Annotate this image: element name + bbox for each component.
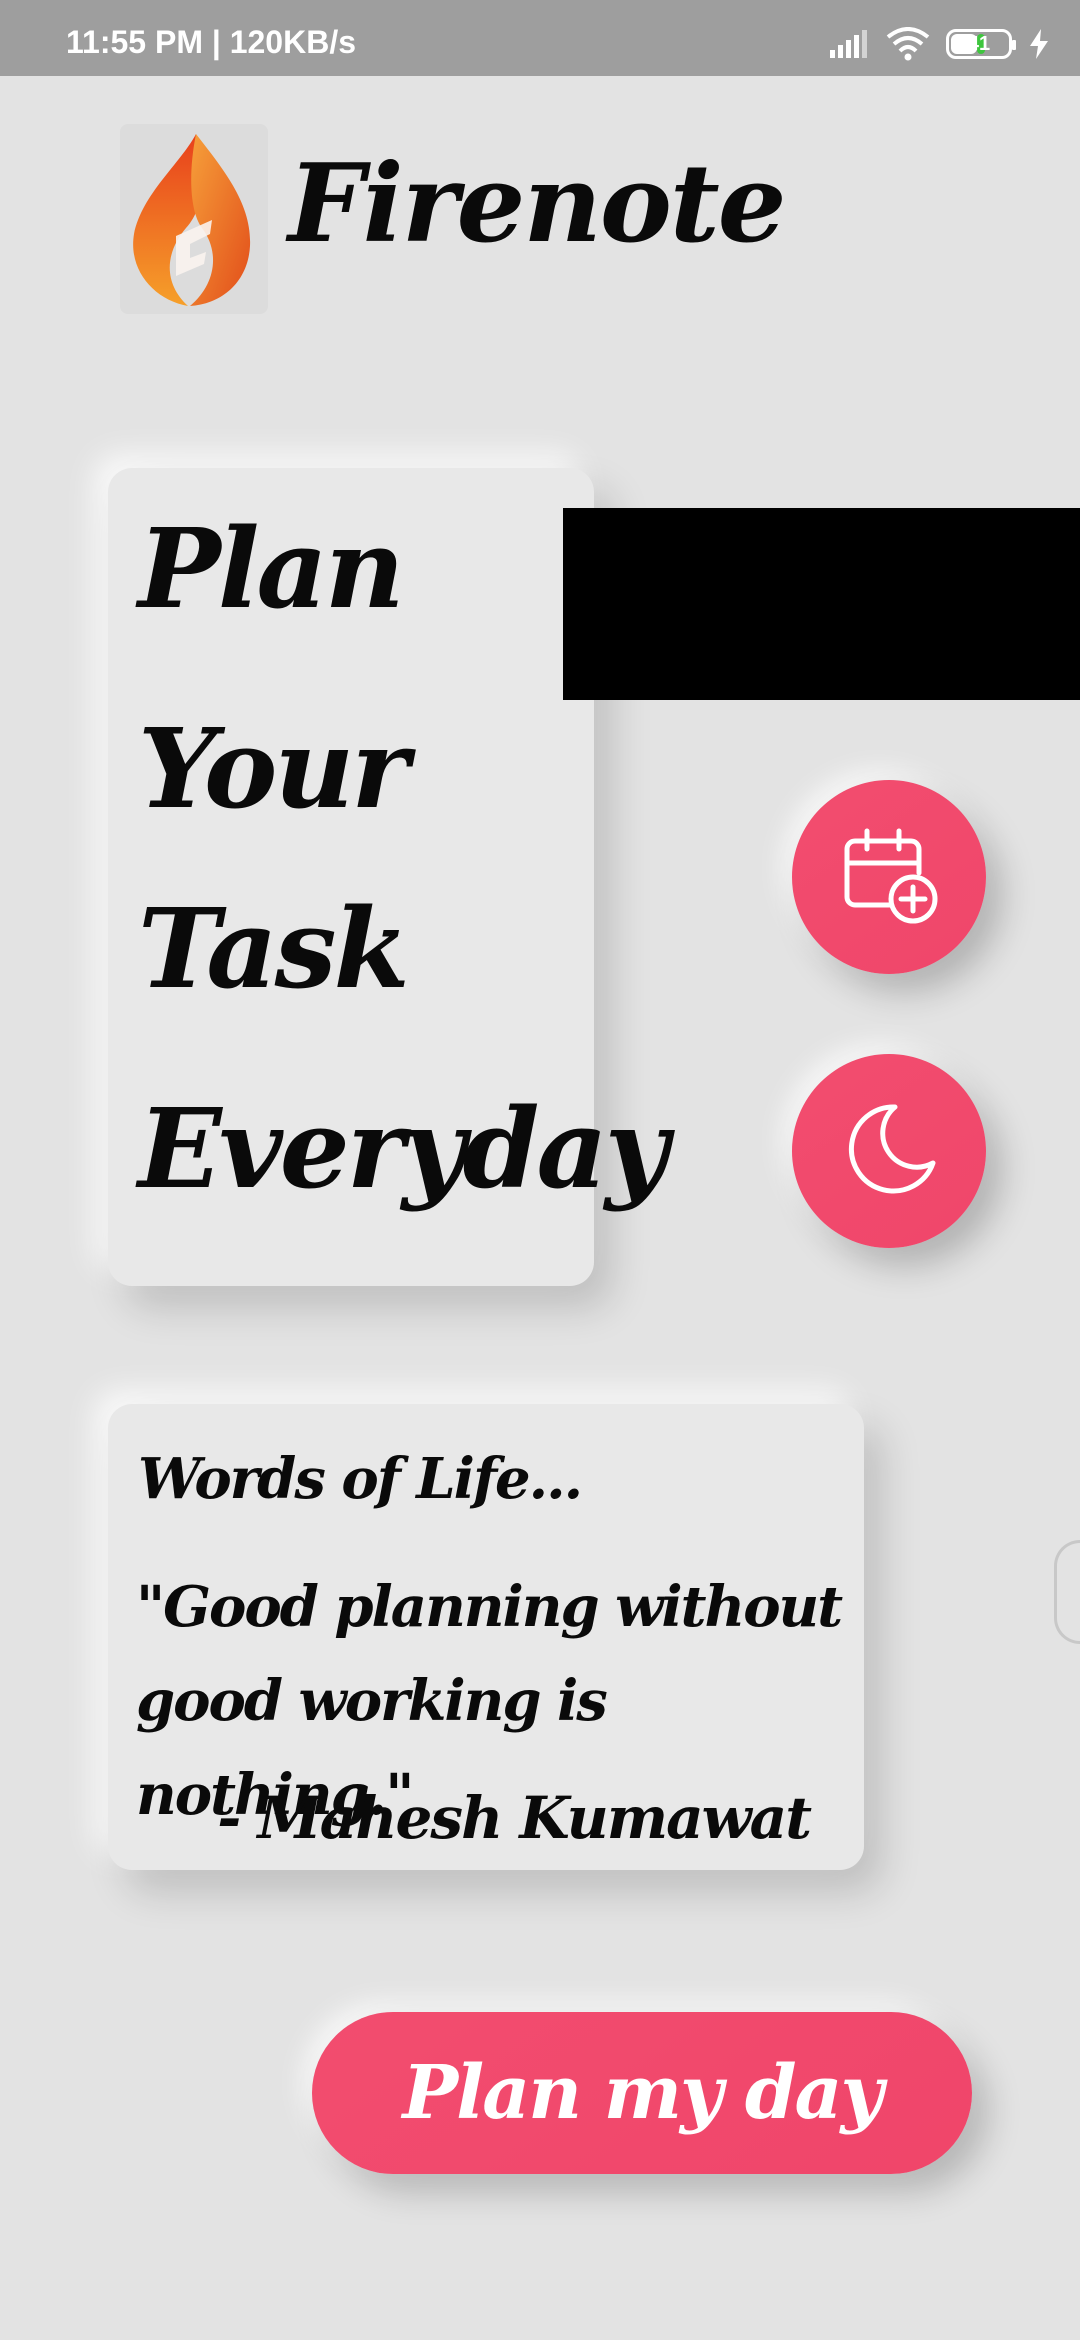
battery-level: 41 (967, 32, 991, 55)
motto-word-your: Your (138, 704, 409, 833)
battery-cap (1012, 40, 1016, 50)
status-time: 11:55 PM | 120KB/s (66, 24, 356, 60)
night-mode-button[interactable] (792, 1054, 986, 1248)
quote-card: Words of Life... "Good planning without … (108, 1404, 864, 1870)
signal-icon (830, 30, 870, 58)
quote-author: - Mahesh Kumawat (217, 1784, 812, 1852)
battery-icon: 41 (946, 29, 1016, 59)
side-drawer-handle[interactable] (1054, 1540, 1080, 1644)
quote-heading: Words of Life... (138, 1446, 583, 1512)
add-task-button[interactable] (792, 780, 986, 974)
motto-word-task: Task (138, 884, 410, 1013)
flame-logo-icon (120, 134, 268, 318)
motto-word-plan: Plan (138, 504, 405, 633)
motto-word-everyday: Everyday (138, 1084, 669, 1213)
status-icons: 41 (830, 24, 1050, 64)
charging-icon (1028, 29, 1050, 59)
app-title: Firenote (288, 141, 786, 267)
moon-icon (837, 1097, 941, 1205)
motto-card: Plan Your Task Everyday (108, 468, 669, 1286)
wifi-icon (886, 27, 930, 61)
calendar-plus-icon (837, 823, 941, 931)
app-logo (120, 124, 268, 314)
plan-my-day-button[interactable]: Plan my day (312, 2012, 972, 2174)
status-bar: 11:55 PM | 120KB/s 41 (0, 0, 1080, 76)
redacted-area (563, 508, 1080, 700)
